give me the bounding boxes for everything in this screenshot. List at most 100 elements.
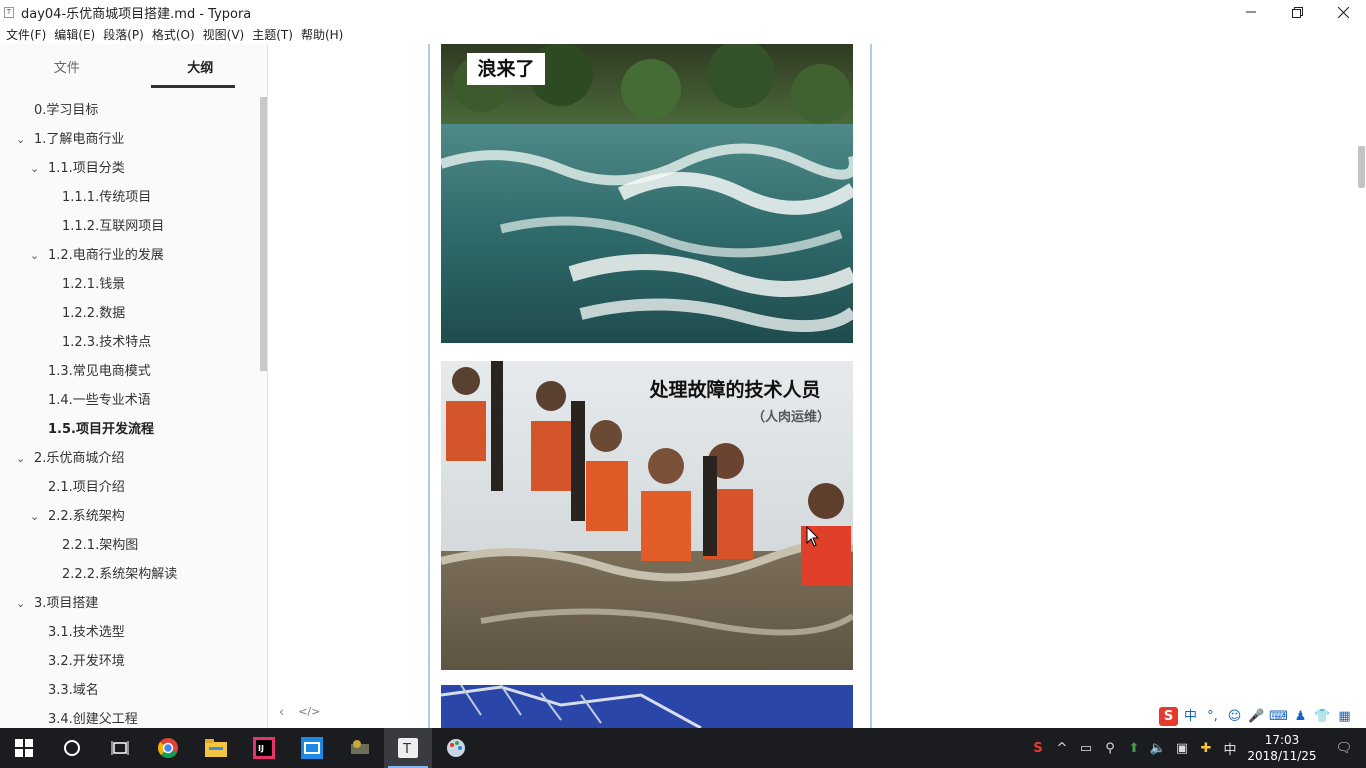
- editor-footer-controls: ‹ </>: [279, 705, 320, 720]
- outline-item[interactable]: 3.3.域名: [0, 676, 260, 705]
- ime-punctuation-toggle[interactable]: °,: [1203, 707, 1222, 726]
- outline-item[interactable]: 1.1.1.传统项目: [0, 183, 260, 212]
- cortana-button[interactable]: [48, 728, 96, 768]
- menu-edit[interactable]: 编辑(E): [50, 26, 99, 43]
- outline-item-label: 1.2.3.技术特点: [62, 335, 152, 350]
- outline-item[interactable]: 2.1.项目介绍: [0, 473, 260, 502]
- input-language-indicator[interactable]: 中: [1218, 739, 1242, 758]
- close-button[interactable]: [1320, 0, 1366, 24]
- outline-item[interactable]: ⌄ 1.2.电商行业的发展: [0, 241, 260, 270]
- chrome-button[interactable]: [144, 728, 192, 768]
- grid-icon[interactable]: ▦: [1335, 707, 1354, 726]
- outline-item-label: 2.2.2.系统架构解读: [62, 567, 178, 582]
- outline-item[interactable]: ⌄ 2.2.系统架构: [0, 502, 260, 531]
- close-icon: [1337, 6, 1349, 18]
- task-view-button[interactable]: [96, 728, 144, 768]
- menu-format[interactable]: 格式(O): [148, 26, 199, 43]
- menu-help[interactable]: 帮助(H): [297, 26, 347, 43]
- outline-item-label: 2.2.系统架构: [48, 509, 125, 524]
- menu-theme[interactable]: 主题(T): [248, 26, 297, 43]
- outline-item[interactable]: 3.4.创建父工程: [0, 705, 260, 728]
- editor-scrollbar-thumb[interactable]: [1358, 146, 1365, 188]
- outline-item[interactable]: 2.2.2.系统架构解读: [0, 560, 260, 589]
- chevron-down-icon[interactable]: ⌄: [16, 125, 25, 154]
- menu-file[interactable]: 文件(F): [2, 26, 50, 43]
- shirt-icon[interactable]: 👕: [1313, 707, 1332, 726]
- notification-icon[interactable]: 🗨: [1322, 741, 1366, 756]
- outline-item[interactable]: 0.学习目标: [0, 96, 260, 125]
- chevron-down-icon[interactable]: ⌄: [16, 589, 25, 618]
- tab-files[interactable]: 文件: [0, 44, 134, 88]
- outline-item-label: 1.了解电商行业: [34, 132, 125, 147]
- editor-pane[interactable]: 浪来了 处理故障的技术人员 （人肉运维） ‹ </>: [269, 44, 1366, 728]
- chevron-up-icon[interactable]: ^: [1050, 741, 1074, 756]
- chevron-down-icon[interactable]: ⌄: [30, 241, 39, 270]
- outline-item[interactable]: 3.2.开发环境: [0, 647, 260, 676]
- code-icon[interactable]: </>: [298, 705, 320, 720]
- outline-item[interactable]: 1.4.一些专业术语: [0, 386, 260, 415]
- sidebar: 文件 大纲 0.学习目标 ⌄ 1.了解电商行业 ⌄ 1.1.项目分类 1.1.1.传统项目…: [0, 44, 268, 728]
- plus-badge-icon[interactable]: ✚: [1194, 741, 1218, 756]
- system-tray: S ^ ▭ ⚲ ⬆ 🔈 ▣ ✚ 中 17:03 2018/11/25 🗨: [1026, 728, 1366, 768]
- typora-app-icon: T: [4, 6, 14, 18]
- chevron-down-icon[interactable]: ⌄: [30, 502, 39, 531]
- outline-item-label: 1.4.一些专业术语: [48, 393, 151, 408]
- outline-item[interactable]: 1.5.项目开发流程: [0, 415, 260, 444]
- intellij-icon: IJ: [253, 737, 275, 759]
- outline-item-label: 1.1.2.互联网项目: [62, 219, 165, 234]
- sogou-tray-icon[interactable]: S: [1026, 741, 1050, 756]
- user-icon[interactable]: ♟: [1291, 707, 1310, 726]
- battery-icon[interactable]: ▭: [1074, 741, 1098, 756]
- microphone-icon[interactable]: 🎤: [1247, 707, 1266, 726]
- outline-item[interactable]: ⌄ 1.了解电商行业: [0, 125, 260, 154]
- usb-icon[interactable]: ⚲: [1098, 741, 1122, 756]
- ime-toolbar: S 中 °, ☺ 🎤 ⌨ ♟ 👕 ▦: [1155, 703, 1358, 729]
- image-caption-waves: 浪来了: [477, 58, 535, 80]
- update-icon[interactable]: ⬆: [1122, 741, 1146, 756]
- chevron-down-icon[interactable]: ⌄: [16, 444, 25, 473]
- outline-item[interactable]: ⌄ 2.乐优商城介绍: [0, 444, 260, 473]
- outline-item-label: 3.项目搭建: [34, 596, 99, 611]
- outline-item-label: 2.2.1.架构图: [62, 538, 139, 553]
- paint-button[interactable]: [432, 728, 480, 768]
- outline-item-label: 1.3.常见电商模式: [48, 364, 151, 379]
- minimize-button[interactable]: [1228, 0, 1274, 24]
- outline-item[interactable]: 1.3.常见电商模式: [0, 357, 260, 386]
- restore-button[interactable]: [1274, 0, 1320, 24]
- chevron-down-icon[interactable]: ⌄: [30, 154, 39, 183]
- keyboard-icon[interactable]: ⌨: [1269, 707, 1288, 726]
- sidebar-scrollbar[interactable]: [260, 97, 267, 371]
- chevron-left-icon[interactable]: ‹: [279, 705, 284, 720]
- explorer-button[interactable]: [192, 728, 240, 768]
- menu-view[interactable]: 视图(V): [199, 26, 249, 43]
- outline-item[interactable]: 1.2.3.技术特点: [0, 328, 260, 357]
- sogou-logo-icon[interactable]: S: [1159, 706, 1178, 726]
- clock[interactable]: 17:03 2018/11/25: [1242, 732, 1322, 764]
- outline-item[interactable]: 3.1.技术选型: [0, 618, 260, 647]
- tool-app-button[interactable]: [336, 728, 384, 768]
- outline-item[interactable]: 2.2.1.架构图: [0, 531, 260, 560]
- typora-taskbar-button[interactable]: T: [384, 728, 432, 768]
- outline-item-label: 3.2.开发环境: [48, 654, 125, 669]
- outline-item[interactable]: ⌄ 3.项目搭建: [0, 589, 260, 618]
- image-waves[interactable]: 浪来了: [441, 44, 853, 343]
- start-button[interactable]: [0, 728, 48, 768]
- outline-item[interactable]: 1.1.2.互联网项目: [0, 212, 260, 241]
- outline-item[interactable]: 1.2.1.钱景: [0, 270, 260, 299]
- image-subtitle-technicians: （人肉运维）: [751, 410, 830, 425]
- outline-list: 0.学习目标 ⌄ 1.了解电商行业 ⌄ 1.1.项目分类 1.1.1.传统项目 1.1.2.…: [0, 96, 260, 728]
- volume-icon[interactable]: 🔈: [1146, 741, 1170, 756]
- image-technicians[interactable]: 处理故障的技术人员 （人肉运维）: [441, 361, 853, 670]
- ime-language-toggle[interactable]: 中: [1181, 707, 1200, 726]
- emoji-icon[interactable]: ☺: [1225, 707, 1244, 726]
- clock-time: 17:03: [1264, 733, 1300, 747]
- intellij-button[interactable]: IJ: [240, 728, 288, 768]
- tab-outline[interactable]: 大纲: [134, 44, 268, 88]
- outline-item[interactable]: 1.2.2.数据: [0, 299, 260, 328]
- image-structure[interactable]: [441, 685, 853, 728]
- outline-item[interactable]: ⌄ 1.1.项目分类: [0, 154, 260, 183]
- menu-paragraph[interactable]: 段落(P): [99, 26, 148, 43]
- blue-app-button[interactable]: [288, 728, 336, 768]
- network-icon[interactable]: ▣: [1170, 741, 1194, 756]
- structure-illustration: [441, 685, 853, 728]
